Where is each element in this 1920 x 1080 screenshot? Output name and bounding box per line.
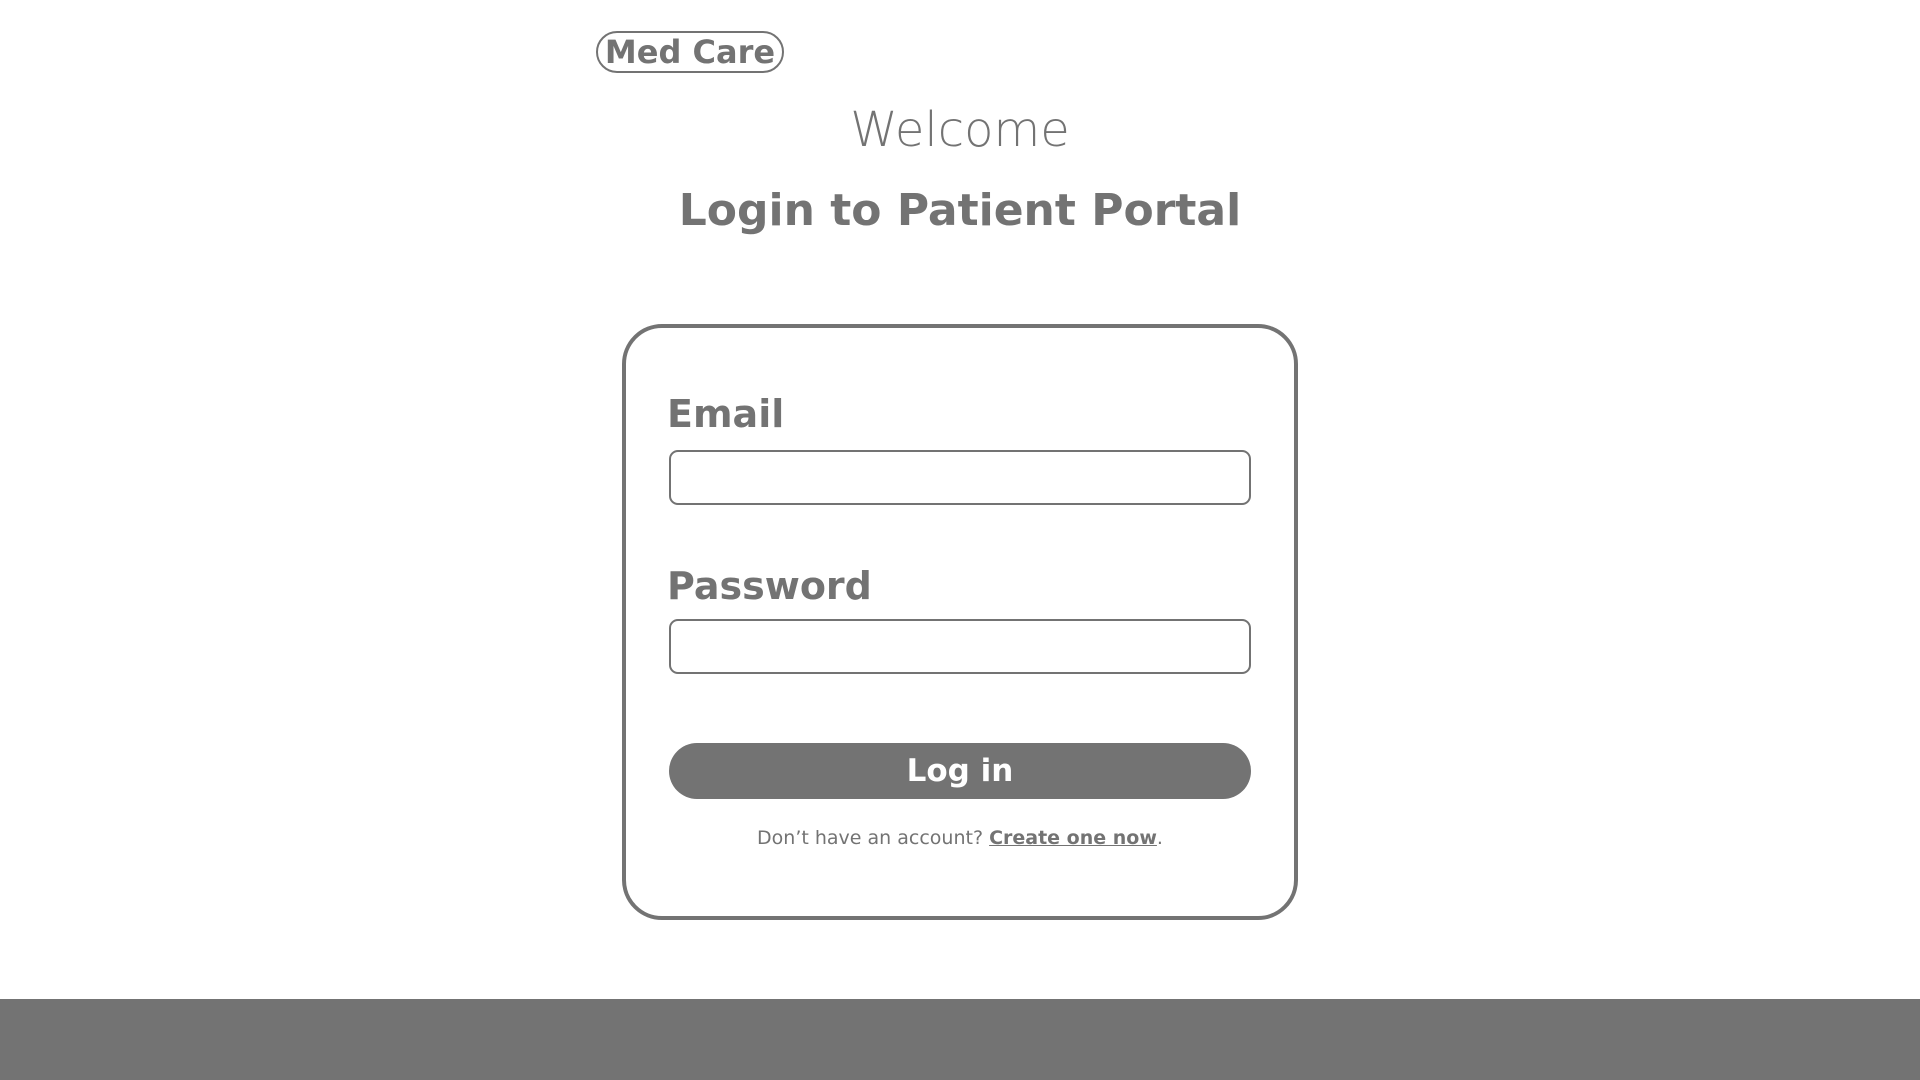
logo-text: Med Care xyxy=(604,33,776,71)
med-care-logo[interactable]: Med Care xyxy=(596,31,784,73)
login-page: Med Care Welcome Login to Patient Portal… xyxy=(0,0,1920,1080)
create-account-link[interactable]: Create one now xyxy=(989,827,1157,849)
page-title: Login to Patient Portal xyxy=(678,185,1242,236)
signup-prompt-text: Don’t have an account? xyxy=(757,827,990,849)
signup-prompt-line: Don’t have an account? Create one now. xyxy=(622,825,1298,851)
password-input[interactable] xyxy=(669,619,1251,674)
footer-bar xyxy=(0,999,1920,1080)
email-label: Email xyxy=(667,392,785,436)
email-input[interactable] xyxy=(669,450,1251,505)
signup-suffix: . xyxy=(1156,827,1163,849)
login-button-label: Log in xyxy=(906,753,1014,789)
welcome-heading: Welcome xyxy=(850,102,1070,158)
login-button[interactable]: Log in xyxy=(669,743,1251,799)
password-label: Password xyxy=(667,564,872,608)
